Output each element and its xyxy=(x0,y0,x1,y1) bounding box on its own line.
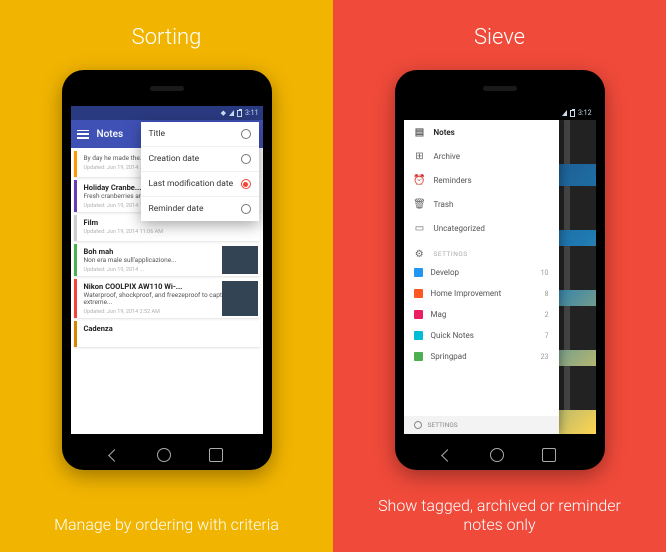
background-note xyxy=(558,306,596,350)
radio-icon xyxy=(241,179,251,189)
phone-frame-right: 3:12 ▤Notes ⊞ Archive ⏰ Reminders 🗑 Trash ▭ Unca… xyxy=(395,70,605,470)
note-card[interactable]: Nikon COOLPIX AW110 Wi-...Waterproof, sh… xyxy=(74,279,260,319)
panel-sorting: Sorting ◆ 3:11 Notes By day he made the.… xyxy=(0,0,333,552)
drawer-header[interactable]: ▤Notes xyxy=(404,120,559,144)
drawer-tag[interactable]: Springpad 23 xyxy=(404,346,559,367)
trash-icon: 🗑 xyxy=(414,198,426,210)
tag-count: 23 xyxy=(541,353,549,361)
sort-option[interactable]: Reminder date xyxy=(141,197,259,221)
note-thumbnail xyxy=(222,246,258,274)
gear-icon xyxy=(414,421,422,429)
nav-home-icon[interactable] xyxy=(157,448,171,462)
tag-label: Develop xyxy=(431,268,460,277)
panel-title: Sorting xyxy=(132,25,202,50)
settings-icon: ⚙ xyxy=(414,248,426,260)
sort-option-label: Creation date xyxy=(149,154,200,164)
drawer-item-archive[interactable]: ⊞ Archive xyxy=(404,144,559,168)
nav-recent-icon[interactable] xyxy=(209,448,223,462)
tag-color-icon xyxy=(414,310,423,319)
drawer-item-label: Trash xyxy=(434,200,454,209)
note-icon: ▤ xyxy=(414,126,426,138)
phone-frame-left: ◆ 3:11 Notes By day he made the... dolla… xyxy=(62,70,272,470)
nav-back-icon[interactable] xyxy=(441,449,454,462)
sort-option-label: Title xyxy=(149,129,166,139)
phone-screen-right: 3:12 ▤Notes ⊞ Archive ⏰ Reminders 🗑 Trash ▭ Unca… xyxy=(404,106,596,434)
tag-count: 7 xyxy=(545,332,549,340)
tag-count: 8 xyxy=(545,290,549,298)
app-showcase: Sorting ◆ 3:11 Notes By day he made the.… xyxy=(0,0,666,552)
sort-option[interactable]: Title xyxy=(141,122,259,147)
drawer-item-trash[interactable]: 🗑 Trash xyxy=(404,192,559,216)
drawer-tag[interactable]: Quick Notes 7 xyxy=(404,325,559,346)
panel-caption: Manage by ordering with criteria xyxy=(0,515,333,534)
location-icon: ◆ xyxy=(221,109,226,117)
tag-label: Home Improvement xyxy=(431,289,502,298)
android-navbar xyxy=(62,448,272,462)
drawer-tag[interactable]: Develop 10 xyxy=(404,262,559,283)
tag-count: 2 xyxy=(545,311,549,319)
sort-option-label: Reminder date xyxy=(149,204,204,214)
drawer-item-alarm[interactable]: ⏰ Reminders xyxy=(404,168,559,192)
appbar-title: Notes xyxy=(97,129,124,140)
radio-icon xyxy=(241,129,251,139)
android-navbar xyxy=(395,448,605,462)
nav-back-icon[interactable] xyxy=(108,449,121,462)
tag-color-icon xyxy=(414,268,423,277)
nav-recent-icon[interactable] xyxy=(542,448,556,462)
panel-title: Sieve xyxy=(474,25,525,50)
drawer-item-folder[interactable]: ▭ Uncategorized xyxy=(404,216,559,240)
nav-drawer[interactable]: ▤Notes ⊞ Archive ⏰ Reminders 🗑 Trash ▭ Uncategor… xyxy=(404,120,559,434)
phone-speaker xyxy=(150,86,184,91)
background-note xyxy=(558,366,596,410)
drawer-tag[interactable]: Home Improvement 8 xyxy=(404,283,559,304)
battery-icon xyxy=(237,110,242,117)
archive-icon: ⊞ xyxy=(414,150,426,162)
background-note xyxy=(558,186,596,230)
alarm-icon: ⏰ xyxy=(414,174,426,186)
note-card[interactable]: Cadenza xyxy=(74,321,260,347)
hamburger-icon[interactable] xyxy=(77,130,89,139)
sort-option[interactable]: Creation date xyxy=(141,147,259,172)
sort-option[interactable]: Last modification date xyxy=(141,172,259,197)
status-bar: 3:12 xyxy=(404,106,596,120)
nav-home-icon[interactable] xyxy=(490,448,504,462)
phone-screen-left: ◆ 3:11 Notes By day he made the... dolla… xyxy=(71,106,263,434)
drawer-item-label: Archive xyxy=(434,152,460,161)
status-time: 3:11 xyxy=(245,109,259,117)
background-note xyxy=(558,246,596,290)
drawer-tag[interactable]: Mag 2 xyxy=(404,304,559,325)
tag-color-icon xyxy=(414,352,423,361)
drawer-footer[interactable]: SETTINGS xyxy=(404,416,559,434)
radio-icon xyxy=(241,154,251,164)
phone-speaker xyxy=(483,86,517,91)
signal-icon xyxy=(229,110,234,116)
folder-icon: ▭ xyxy=(414,222,426,234)
panel-sieve: Sieve 3:12 ▤Notes ⊞ Archive ⏰ Reminders 🗑 Tras… xyxy=(333,0,666,552)
note-timestamp: Updated: Jun 19, 2014 11:06 AM xyxy=(84,229,255,235)
tag-count: 10 xyxy=(541,269,549,277)
panel-caption: Show tagged, archived or reminder notes … xyxy=(333,496,666,534)
signal-icon xyxy=(562,110,567,116)
tag-label: Mag xyxy=(431,310,447,319)
background-note xyxy=(558,120,596,164)
tag-label: Quick Notes xyxy=(431,331,474,340)
drawer-item-label: Uncategorized xyxy=(434,224,485,233)
sort-option-label: Last modification date xyxy=(149,179,234,189)
drawer-item-label: Reminders xyxy=(434,176,472,185)
radio-icon xyxy=(241,204,251,214)
status-time: 3:12 xyxy=(578,109,592,117)
note-card[interactable]: Boh mahNon era male sull'applicazione...… xyxy=(74,244,260,276)
note-thumbnail xyxy=(222,281,258,317)
battery-icon xyxy=(570,110,575,117)
tag-color-icon xyxy=(414,331,423,340)
note-title: Cadenza xyxy=(84,324,255,333)
tag-color-icon xyxy=(414,289,423,298)
drawer-section-label: ⚙SETTINGS xyxy=(404,240,559,262)
status-bar: ◆ 3:11 xyxy=(71,106,263,120)
sort-popup: Title Creation date Last modification date… xyxy=(141,122,259,221)
tag-label: Springpad xyxy=(431,352,467,361)
